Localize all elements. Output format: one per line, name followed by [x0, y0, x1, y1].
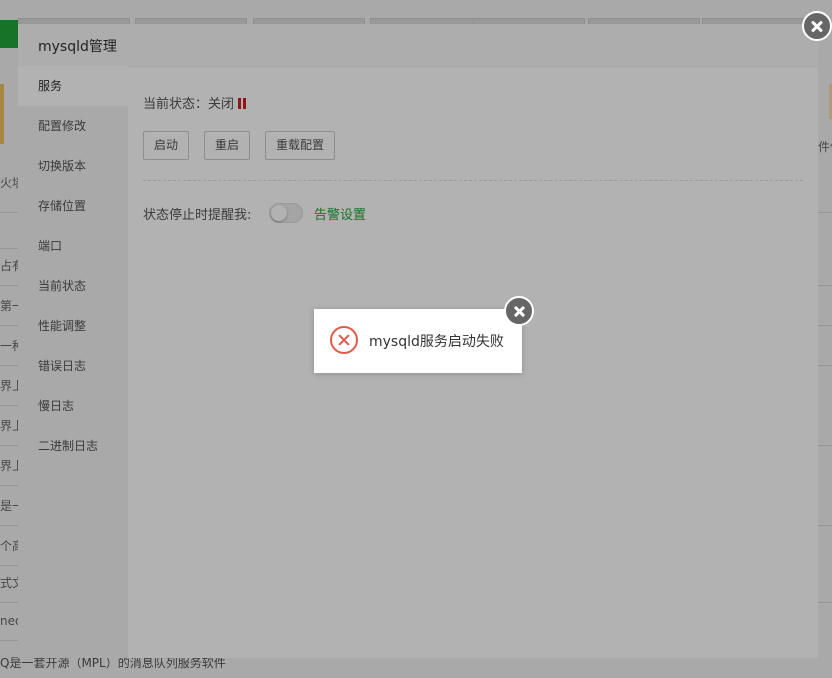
close-dialog-icon[interactable] — [802, 11, 832, 41]
close-toast-icon[interactable] — [504, 296, 534, 326]
toast-message: mysqld服务启动失败 — [369, 334, 504, 350]
error-toast: mysqld服务启动失败 — [314, 309, 522, 373]
error-icon — [330, 326, 358, 354]
